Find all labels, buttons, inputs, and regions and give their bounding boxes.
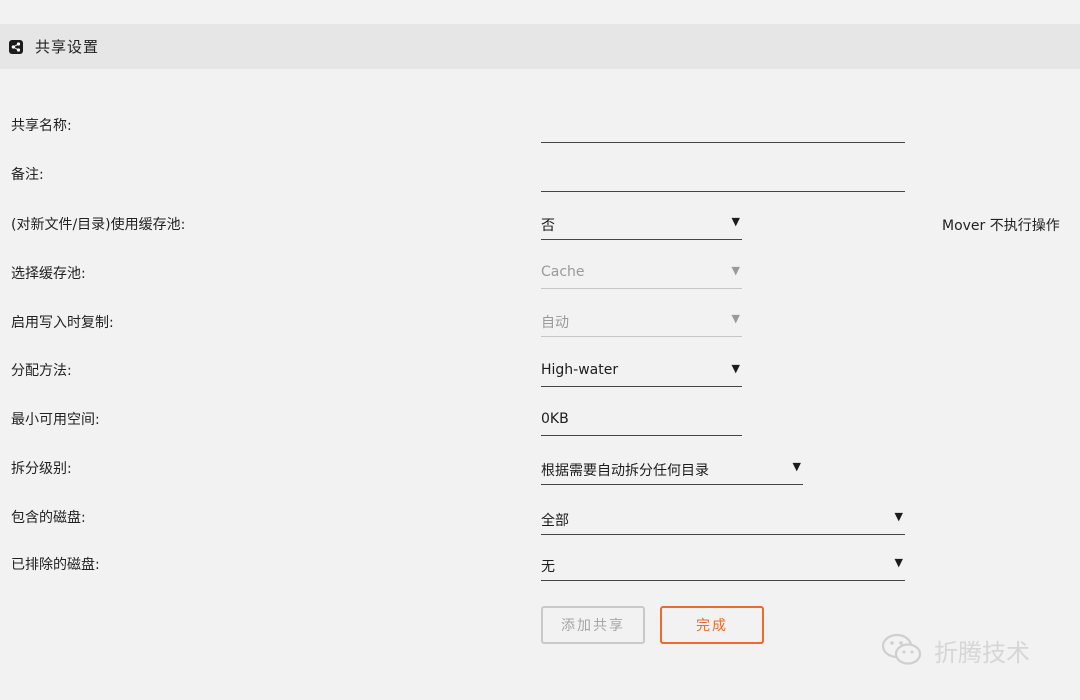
dropdown-arrow-icon: ▼ bbox=[792, 460, 801, 473]
comment-label: 备注: bbox=[11, 167, 44, 183]
comment-row: 备注: bbox=[0, 161, 1080, 209]
min-free-input[interactable]: 0KB bbox=[541, 409, 742, 436]
included-disks-value: 全部 bbox=[541, 513, 569, 529]
cow-label: 启用写入时复制: bbox=[11, 315, 114, 331]
share-icon bbox=[9, 39, 23, 54]
use-cache-select[interactable]: 否 ▼ bbox=[541, 213, 742, 240]
share-name-label: 共享名称: bbox=[11, 118, 72, 134]
min-free-row: 最小可用空间: 0KB bbox=[0, 406, 1080, 454]
included-disks-label: 包含的磁盘: bbox=[11, 510, 86, 526]
included-disks-select[interactable]: 全部 ▼ bbox=[541, 508, 905, 535]
dropdown-arrow-icon: ▼ bbox=[894, 510, 903, 523]
cow-select[interactable]: 自动 ▼ bbox=[541, 310, 742, 337]
watermark: 折腾技术 bbox=[880, 630, 1030, 670]
excluded-disks-value: 无 bbox=[541, 559, 555, 575]
split-level-value: 根据需要自动拆分任何目录 bbox=[541, 463, 709, 479]
wechat-icon bbox=[881, 633, 922, 665]
excluded-disks-label: 已排除的磁盘: bbox=[11, 557, 100, 573]
share-name-row: 共享名称: bbox=[0, 112, 1080, 160]
excluded-disks-row: 已排除的磁盘: 无 ▼ bbox=[0, 551, 1080, 599]
allocation-label: 分配方法: bbox=[11, 363, 72, 379]
add-share-button[interactable]: 添加共享 bbox=[541, 606, 645, 644]
min-free-label: 最小可用空间: bbox=[11, 412, 100, 428]
cache-pool-select[interactable]: Cache ▼ bbox=[541, 262, 742, 289]
cow-value: 自动 bbox=[541, 315, 569, 331]
page-header: 共享设置 bbox=[0, 24, 1080, 69]
cache-pool-label: 选择缓存池: bbox=[11, 266, 86, 282]
cache-pool-value: Cache bbox=[541, 264, 585, 280]
watermark-text: 折腾技术 bbox=[934, 638, 1030, 667]
split-level-label: 拆分级别: bbox=[11, 461, 72, 477]
mover-note: Mover 不执行操作 bbox=[942, 218, 1060, 234]
dropdown-arrow-icon: ▼ bbox=[731, 362, 740, 375]
cow-row: 启用写入时复制: 自动 ▼ bbox=[0, 309, 1080, 357]
min-free-value: 0KB bbox=[541, 411, 569, 427]
excluded-disks-select[interactable]: 无 ▼ bbox=[541, 554, 905, 581]
allocation-select[interactable]: High-water ▼ bbox=[541, 360, 742, 387]
dropdown-arrow-icon: ▼ bbox=[894, 556, 903, 569]
use-cache-value: 否 bbox=[541, 218, 555, 234]
split-level-row: 拆分级别: 根据需要自动拆分任何目录 ▼ bbox=[0, 455, 1080, 503]
share-name-input[interactable] bbox=[541, 116, 905, 143]
allocation-row: 分配方法: High-water ▼ bbox=[0, 357, 1080, 405]
included-disks-row: 包含的磁盘: 全部 ▼ bbox=[0, 504, 1080, 552]
done-button[interactable]: 完成 bbox=[660, 606, 764, 644]
split-level-select[interactable]: 根据需要自动拆分任何目录 ▼ bbox=[541, 458, 803, 485]
page-title: 共享设置 bbox=[35, 38, 100, 56]
dropdown-arrow-icon: ▼ bbox=[731, 312, 740, 325]
dropdown-arrow-icon: ▼ bbox=[731, 264, 740, 277]
cache-pool-row: 选择缓存池: Cache ▼ bbox=[0, 260, 1080, 308]
allocation-value: High-water bbox=[541, 362, 619, 378]
dropdown-arrow-icon: ▼ bbox=[731, 215, 740, 228]
comment-input[interactable] bbox=[541, 165, 905, 192]
use-cache-label: (对新文件/目录)使用缓存池: bbox=[11, 217, 186, 233]
use-cache-row: (对新文件/目录)使用缓存池: 否 ▼ Mover 不执行操作 bbox=[0, 211, 1080, 259]
